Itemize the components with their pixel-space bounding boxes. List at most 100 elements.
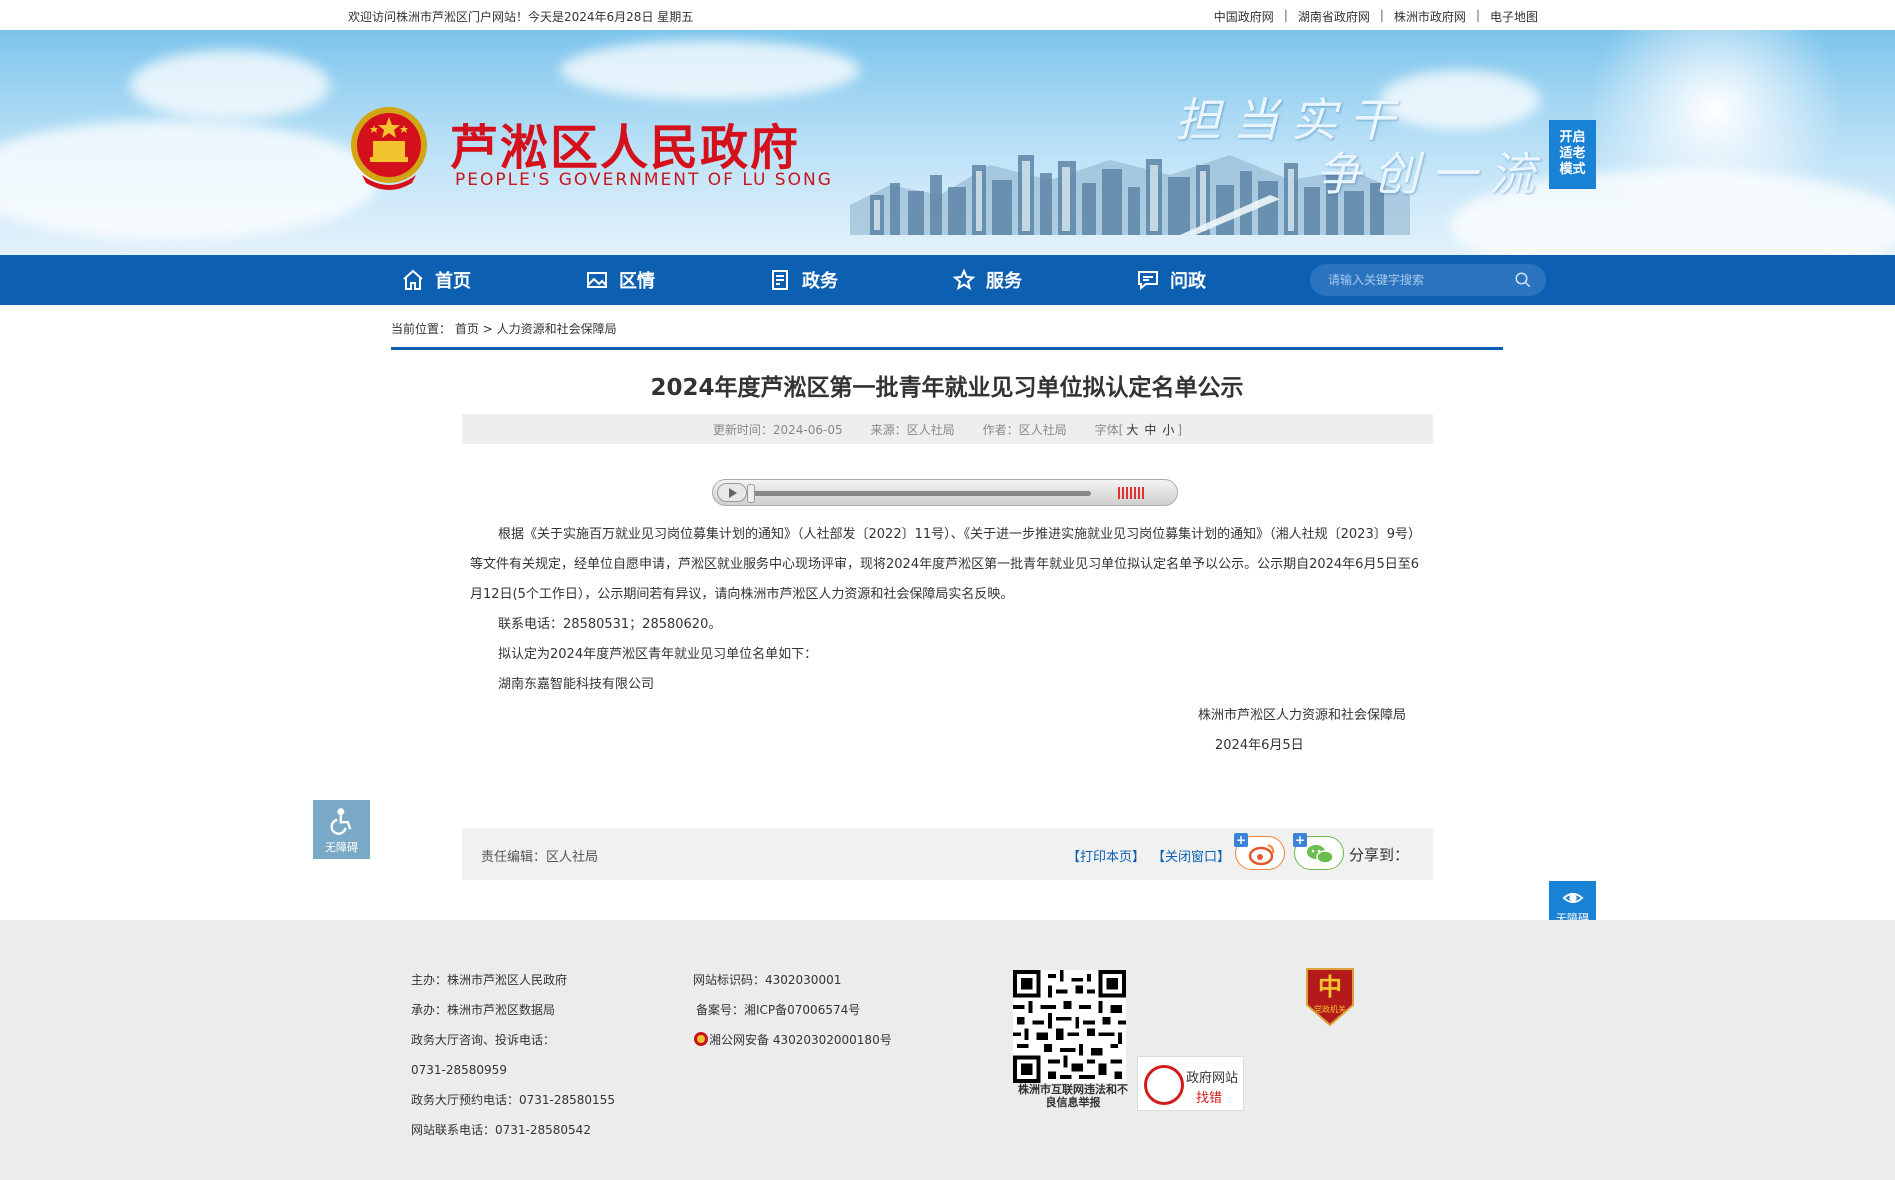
nav-services[interactable]: 服务 xyxy=(952,255,1022,305)
welcome-text: 欢迎访问株洲市芦淞区门户网站！今天是2024年6月28日 星期五 xyxy=(348,10,694,24)
breadcrumb-home[interactable]: 首页 xyxy=(455,322,479,336)
qr-caption: 株洲市互联网违法和不良信息举报 xyxy=(1018,1083,1128,1109)
footer-line[interactable]: 湘公网安备 43020302000180号 xyxy=(693,1025,892,1055)
separator: | xyxy=(1379,8,1384,22)
link-map[interactable]: 电子地图 xyxy=(1490,8,1538,25)
article-body: 根据《关于实施百万就业见习岗位募集计划的通知》（人社部发〔2022〕11号）、《… xyxy=(470,520,1430,700)
breadcrumb: 当前位置： 首页 > 人力资源和社会保障局 xyxy=(391,320,617,337)
chat-icon xyxy=(1138,271,1158,291)
plus-icon: + xyxy=(1293,833,1307,847)
font-large-button[interactable]: 大 xyxy=(1126,423,1138,437)
article-author: 作者：区人社局 xyxy=(982,422,1067,437)
wheelchair-icon xyxy=(330,808,351,835)
nav-inquiry[interactable]: 问政 xyxy=(1136,255,1206,305)
nav-district-info-label: 区情 xyxy=(619,271,655,292)
breadcrumb-prefix: 当前位置： xyxy=(391,322,452,336)
nav-home-label: 首页 xyxy=(435,271,471,292)
link-china-gov[interactable]: 中国政府网 xyxy=(1214,8,1274,25)
magnifier-icon xyxy=(1144,1065,1184,1105)
share-weibo-button[interactable]: + xyxy=(1234,833,1285,870)
footer-line: 承办：株洲市芦淞区数据局 xyxy=(411,1003,556,1017)
article-source: 来源：区人社局 xyxy=(870,422,955,437)
footer-line: 主办：株洲市芦淞区人民政府 xyxy=(411,973,568,987)
footer-line: 0731-28580959 xyxy=(411,1063,507,1077)
nav-inquiry-label: 问政 xyxy=(1170,271,1206,292)
font-size-end: ] xyxy=(1177,422,1183,437)
search-icon[interactable] xyxy=(1514,271,1532,289)
site-title: 芦淞区人民政府 xyxy=(450,120,801,176)
breadcrumb-current[interactable]: 人力资源和社会保障局 xyxy=(497,322,617,336)
footer-line[interactable]: 备案号：湘ICP备07006574号 xyxy=(693,995,892,1025)
article-paragraph: 根据《关于实施百万就业见习岗位募集计划的通知》（人社部发〔2022〕11号）、《… xyxy=(470,527,1421,602)
party-government-badge-icon[interactable]: 中 党政机关 xyxy=(1303,965,1357,1027)
nav-government-affairs[interactable]: 政务 xyxy=(768,255,838,305)
article-paragraph: 拟认定为2024年度芦淞区青年就业见习单位名单如下： xyxy=(498,647,818,662)
link-zhuzhou-gov[interactable]: 株洲市政府网 xyxy=(1394,8,1466,25)
header-banner: 芦淞区人民政府 PEOPLE'S GOVERNMENT OF LU SONG 担… xyxy=(0,30,1895,255)
error-badge-line-1: 政府网站 xyxy=(1186,1071,1239,1086)
star-icon xyxy=(952,268,976,291)
signature-date: 2024年6月5日 xyxy=(1215,738,1304,753)
nav-district-info[interactable]: 区情 xyxy=(585,255,655,305)
article-paragraph: 联系电话：28580531；28580620。 xyxy=(498,617,722,632)
update-time: 更新时间：2024-06-05 xyxy=(712,422,843,437)
cloud xyxy=(560,40,860,100)
footer-police-record: 湘公网安备 43020302000180号 xyxy=(709,1033,892,1047)
top-links: 中国政府网 | 湖南省政府网 | 株洲市政府网 | 电子地图 xyxy=(1214,8,1538,25)
police-badge-icon xyxy=(694,1032,708,1046)
signature-org: 株洲市芦淞区人力资源和社会保障局 xyxy=(1198,708,1407,723)
separator: | xyxy=(1475,8,1480,22)
page: 欢迎访问株洲市芦淞区门户网站！今天是2024年6月28日 星期五 中国政府网 |… xyxy=(0,0,1895,1180)
national-emblem-icon xyxy=(351,107,427,190)
elder-mode-button[interactable]: 开启适老模式 xyxy=(1549,120,1596,189)
nav-government-affairs-label: 政务 xyxy=(802,271,838,292)
image-icon xyxy=(587,272,607,288)
responsible-editor: 责任编辑：区人社局 xyxy=(481,850,599,865)
font-medium-button[interactable]: 中 xyxy=(1144,423,1156,437)
plus-icon: + xyxy=(1234,833,1248,847)
print-page-link[interactable]: 【打印本页】 xyxy=(1067,846,1145,865)
footer-info: 主办：株洲市芦淞区人民政府 承办：株洲市芦淞区数据局 政务大厅咨询、投诉电话： … xyxy=(411,965,615,1145)
audio-progress-track[interactable] xyxy=(751,491,1091,496)
footer-line: 网站联系电话：0731-28580542 xyxy=(411,1123,591,1137)
article-paragraph: 湖南东嘉智能科技有限公司 xyxy=(498,677,655,692)
search-input[interactable] xyxy=(1328,270,1508,290)
article-title: 2024年度芦淞区第一批青年就业见习单位拟认定名单公示 xyxy=(650,375,1244,401)
slogan-line-2: 争创一流 xyxy=(1315,147,1547,201)
breadcrumb-separator: > xyxy=(482,322,497,336)
share-label: 分享到： xyxy=(1349,846,1410,864)
footer-line: 网站标识码：4302030001 xyxy=(693,973,842,987)
nav-home[interactable]: 首页 xyxy=(401,255,471,305)
divider xyxy=(391,347,1503,350)
home-icon xyxy=(403,269,423,290)
article-actions: 责任编辑：区人社局 【打印本页】 【关闭窗口】 + + 分享到： xyxy=(462,828,1433,880)
accessibility-label: 无障碍 xyxy=(325,841,358,854)
play-button[interactable] xyxy=(717,483,747,502)
footer-line: 政务大厅咨询、投诉电话： xyxy=(411,1033,556,1047)
link-hunan-gov[interactable]: 湖南省政府网 xyxy=(1298,8,1370,25)
search-box xyxy=(1310,264,1546,296)
font-size-switcher: 字体[大中小] xyxy=(1095,421,1182,438)
top-bar: 欢迎访问株洲市芦淞区门户网站！今天是2024年6月28日 星期五 中国政府网 |… xyxy=(0,0,1895,30)
gov-site-error-report-badge[interactable]: 政府网站 找错 xyxy=(1137,1056,1244,1111)
font-size-label: 字体[ xyxy=(1094,422,1124,437)
cloud xyxy=(0,120,380,240)
main-nav: 首页 区情 政务 服务 问政 xyxy=(0,255,1895,305)
site-subtitle: PEOPLE'S GOVERNMENT OF LU SONG xyxy=(455,170,833,190)
footer: 主办：株洲市芦淞区人民政府 承办：株洲市芦淞区数据局 政务大厅咨询、投诉电话： … xyxy=(0,920,1895,1180)
document-icon xyxy=(772,270,788,290)
elder-mode-label: 开启适老模式 xyxy=(1559,130,1586,177)
close-window-link[interactable]: 【关闭窗口】 xyxy=(1152,846,1230,865)
accessibility-button[interactable]: 无障碍 xyxy=(313,800,370,859)
volume-control[interactable] xyxy=(1118,487,1144,499)
footer-line: 政务大厅预约电话：0731-28580155 xyxy=(411,1093,615,1107)
nav-services-label: 服务 xyxy=(986,271,1022,292)
party-badge-label: 党政机关 xyxy=(1314,1004,1346,1014)
svg-text:中: 中 xyxy=(1318,972,1342,1001)
share-wechat-button[interactable]: + xyxy=(1293,833,1344,870)
qr-code-image xyxy=(1013,970,1126,1083)
audio-player xyxy=(712,479,1178,506)
audio-progress-handle[interactable] xyxy=(747,484,755,503)
cloud xyxy=(130,50,330,120)
font-small-button[interactable]: 小 xyxy=(1162,423,1174,437)
